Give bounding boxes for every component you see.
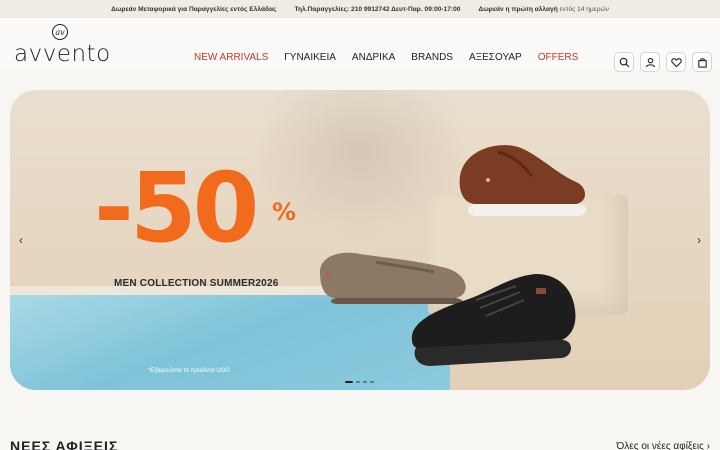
header-actions bbox=[614, 52, 712, 72]
search-button[interactable] bbox=[614, 52, 634, 72]
nav-brands[interactable]: BRANDS bbox=[409, 52, 461, 63]
discount-value: -50 bbox=[94, 152, 259, 264]
bag-icon bbox=[697, 57, 707, 68]
phone-notice: Τηλ.Παραγγελίες: 210 9912742 Δευτ-Παρ. 0… bbox=[294, 5, 461, 13]
logo-mark-icon: av bbox=[52, 24, 68, 40]
search-icon bbox=[619, 57, 629, 67]
nav-accessories[interactable]: ΑΞΕΣΟΥΑΡ bbox=[467, 52, 530, 63]
exclusion-note: *Εξαιρούνται τα προϊόντα UGG bbox=[148, 368, 230, 374]
heart-icon bbox=[670, 57, 682, 67]
exchange-notice: Δωρεάν η πρώτη αλλαγή εντός 14 ημερών bbox=[478, 5, 609, 13]
hero-banner[interactable]: -50 % MEN COLLECTION SUMMER2026 *Εξαιρού… bbox=[10, 90, 710, 390]
site-header: av avvento NEW ARRIVALS ΓΥΝΑΙΚΕΙΑ ΑΝΔΡΙΚ… bbox=[0, 18, 720, 72]
shipping-notice: Δωρεάν Μεταφορικά για Παραγγελίες εντός … bbox=[111, 5, 277, 13]
brand-logo[interactable]: av avvento bbox=[14, 22, 114, 67]
discount-heading: -50 % bbox=[94, 152, 296, 264]
see-all-link[interactable]: Όλες οι νέες αφίξεις › bbox=[617, 441, 710, 450]
slide-dot[interactable] bbox=[356, 381, 360, 383]
pool-water bbox=[10, 295, 450, 390]
slider-dots bbox=[345, 381, 374, 383]
nav-offers[interactable]: OFFERS bbox=[536, 52, 587, 63]
main-nav: NEW ARRIVALS ΓΥΝΑΙΚΕΙΑ ΑΝΔΡΙΚΑ BRANDS ΑΞ… bbox=[192, 52, 592, 63]
percent-sign: % bbox=[272, 198, 297, 226]
wishlist-button[interactable] bbox=[666, 52, 686, 72]
section-title: ΝΕΕΣ ΑΦΙΞΕΙΣ bbox=[10, 438, 119, 450]
announcement-bar: Δωρεάν Μεταφορικά για Παραγγελίες εντός … bbox=[0, 0, 720, 18]
black-sneaker-image bbox=[411, 274, 576, 366]
brown-sneaker-image bbox=[459, 145, 587, 216]
account-button[interactable] bbox=[640, 52, 660, 72]
nav-new-arrivals[interactable]: NEW ARRIVALS bbox=[192, 52, 276, 63]
logo-text: avvento bbox=[14, 41, 111, 67]
slide-dot[interactable] bbox=[345, 381, 353, 383]
user-icon bbox=[645, 57, 655, 67]
next-slide-button[interactable]: › bbox=[692, 233, 706, 247]
collection-subtitle: MEN COLLECTION SUMMER2026 bbox=[114, 278, 279, 289]
nav-men[interactable]: ΑΝΔΡΙΚΑ bbox=[350, 52, 403, 63]
slide-dot[interactable] bbox=[363, 381, 367, 383]
nav-women[interactable]: ΓΥΝΑΙΚΕΙΑ bbox=[282, 52, 344, 63]
slide-dot[interactable] bbox=[370, 381, 374, 383]
prev-slide-button[interactable]: ‹ bbox=[14, 233, 28, 247]
cart-button[interactable] bbox=[692, 52, 712, 72]
